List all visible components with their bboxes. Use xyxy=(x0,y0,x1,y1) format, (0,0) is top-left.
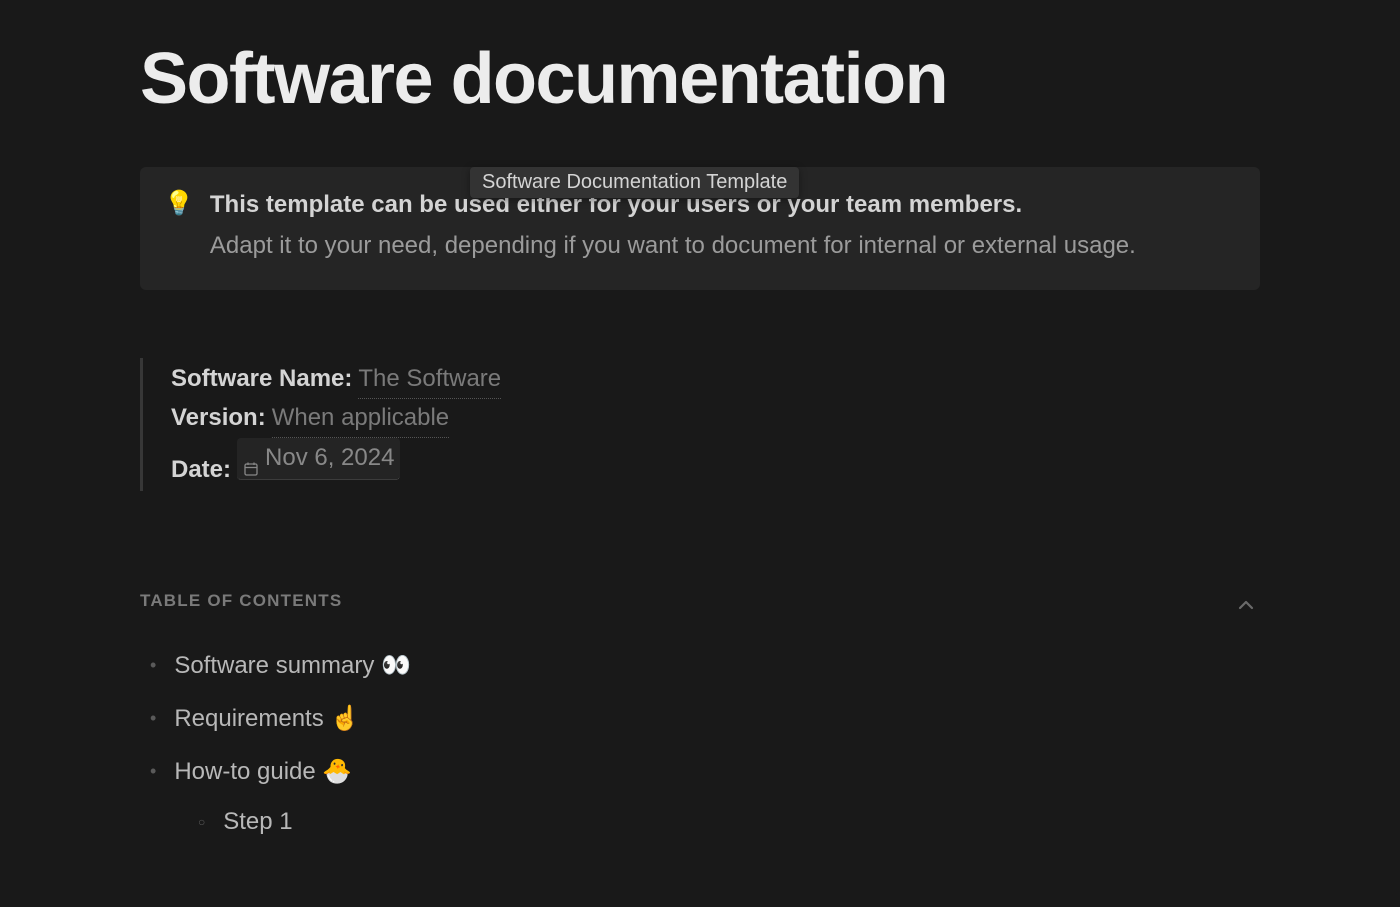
bullet-icon: • xyxy=(150,761,156,782)
toc-item-label: How-to guide 🐣 xyxy=(174,757,352,786)
software-name-label: Software Name: xyxy=(171,360,352,398)
meta-block: Software Name: The Software Version: Whe… xyxy=(140,358,1260,491)
toc-collapse-button[interactable] xyxy=(1230,589,1262,626)
date-label: Date: xyxy=(171,451,231,489)
toc-subitem-step-1[interactable]: ○ Step 1 xyxy=(198,798,1260,846)
toc-section: TABLE OF CONTENTS • Software summary 👀 •… xyxy=(140,591,1260,846)
toc-item-how-to-guide[interactable]: • How-to guide 🐣 xyxy=(150,745,1260,798)
bullet-icon: • xyxy=(150,708,156,729)
toc-sublist: ○ Step 1 xyxy=(150,798,1260,846)
callout-block: Software Documentation Template 💡 This t… xyxy=(140,167,1260,289)
meta-row-version: Version: When applicable xyxy=(171,399,1260,438)
page-title: Software documentation xyxy=(140,40,1260,119)
toc-heading: TABLE OF CONTENTS xyxy=(140,591,1260,611)
calendar-icon xyxy=(243,451,259,467)
date-value: Nov 6, 2024 xyxy=(265,439,394,477)
page-container: Software documentation Software Document… xyxy=(0,0,1400,846)
toc-subitem-label: Step 1 xyxy=(223,808,292,836)
callout-body: This template can be used either for you… xyxy=(210,187,1232,265)
meta-row-software-name: Software Name: The Software xyxy=(171,360,1260,399)
version-value[interactable]: When applicable xyxy=(272,399,449,438)
toc-item-label: Software summary 👀 xyxy=(174,651,411,680)
chevron-up-icon xyxy=(1234,593,1258,617)
toc-item-software-summary[interactable]: • Software summary 👀 xyxy=(150,639,1260,692)
date-chip[interactable]: Nov 6, 2024 xyxy=(237,438,400,479)
tooltip: Software Documentation Template xyxy=(470,167,799,198)
toc-list: • Software summary 👀 • Requirements ☝️ •… xyxy=(140,639,1260,846)
version-label: Version: xyxy=(171,399,266,437)
callout-body-text: Adapt it to your need, depending if you … xyxy=(210,227,1232,265)
bullet-icon: • xyxy=(150,655,156,676)
toc-item-label: Requirements ☝️ xyxy=(174,704,360,733)
lightbulb-icon: 💡 xyxy=(164,187,194,265)
meta-row-date: Date: Nov 6, 2024 xyxy=(171,438,1260,489)
bullet-icon: ○ xyxy=(198,815,205,829)
toc-item-requirements[interactable]: • Requirements ☝️ xyxy=(150,692,1260,745)
software-name-value[interactable]: The Software xyxy=(358,360,501,399)
